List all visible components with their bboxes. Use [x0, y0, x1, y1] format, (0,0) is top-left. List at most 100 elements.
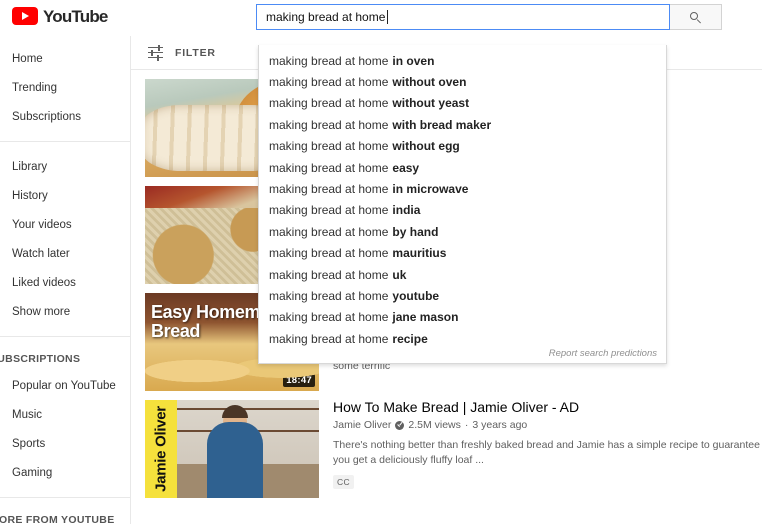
suggestion-list: making bread at home in oven making bread … [259, 50, 666, 349]
suggestion-item[interactable]: making bread at home recipe [259, 328, 666, 349]
suggestion-prefix: making bread at home [269, 224, 389, 239]
report-search-predictions-link[interactable]: Report search predictions [549, 348, 657, 359]
text-cursor [387, 10, 389, 24]
sidebar-item-sports[interactable]: Sports [0, 429, 130, 458]
sidebar-divider [0, 336, 130, 337]
video-thumbnail[interactable]: Jamie Oliver 4:39 [145, 400, 319, 498]
suggestion-completion: in oven [392, 53, 435, 68]
suggestion-completion: without yeast [392, 96, 470, 111]
sidebar-item-popular-on-youtube[interactable]: Popular on YouTube [0, 371, 130, 400]
suggestion-completion: uk [392, 267, 407, 282]
sidebar-section-subscriptions: SUBSCRIPTIONS [0, 353, 81, 365]
result-item[interactable]: Jamie Oliver 4:39 How To Make Bread | Ja… [131, 400, 776, 498]
suggestion-item[interactable]: making bread at home in microwave [259, 178, 666, 199]
suggestion-completion: without oven [392, 75, 467, 90]
verified-badge-icon [395, 420, 405, 430]
sidebar-item-show-more[interactable]: Show more [0, 297, 130, 326]
sidebar-item-label: Music [12, 408, 43, 421]
suggestion-prefix: making bread at home [269, 288, 389, 303]
suggestion-item[interactable]: making bread at home without egg [259, 136, 666, 157]
suggestion-item[interactable]: making bread at home jane mason [259, 307, 666, 328]
suggestion-prefix: making bread at home [269, 203, 389, 218]
suggestion-prefix: making bread at home [269, 117, 389, 132]
video-title[interactable]: How To Make Bread | Jamie Oliver - AD [333, 400, 762, 416]
sidebar-item-gaming[interactable]: Gaming [0, 458, 130, 487]
sidebar-item-watch-later[interactable]: Watch later [0, 239, 130, 268]
suggestion-completion: youtube [392, 288, 440, 303]
suggestion-item[interactable]: making bread at home in oven [259, 50, 666, 71]
suggestion-completion: in microwave [392, 182, 469, 197]
youtube-search-page: YouTube making bread at home Home Trendi… [0, 0, 776, 524]
suggestion-completion: easy [392, 160, 420, 175]
sidebar-item-trending[interactable]: Trending [0, 73, 130, 102]
suggestion-prefix: making bread at home [269, 331, 389, 346]
sidebar-item-music[interactable]: Music [0, 400, 130, 429]
search-area: making bread at home [256, 4, 722, 30]
sidebar-item-subscriptions[interactable]: Subscriptions [0, 102, 130, 131]
upload-age: 3 years ago [472, 419, 528, 431]
search-suggestions-dropdown[interactable]: making bread at home in oven making bread … [258, 45, 667, 364]
sidebar-section-more-from-youtube: MORE FROM YOUTUBE [0, 514, 115, 524]
sidebar-item-label: Popular on YouTube [12, 379, 116, 392]
sidebar-item-label: Sports [12, 437, 46, 450]
sidebar-item-home[interactable]: Home [0, 44, 130, 73]
sidebar-item-history[interactable]: History [0, 181, 130, 210]
suggestion-completion: with bread maker [392, 117, 492, 132]
sidebar-item-your-videos[interactable]: Your videos [0, 210, 130, 239]
suggestion-completion: mauritius [392, 246, 447, 261]
youtube-logo[interactable]: YouTube [12, 7, 108, 25]
suggestion-prefix: making bread at home [269, 96, 389, 111]
separator-dot: · [464, 419, 469, 431]
sidebar-divider [0, 141, 130, 142]
sidebar-item-label: Subscriptions [12, 110, 82, 123]
search-input-value: making bread at home [266, 10, 386, 24]
suggestion-prefix: making bread at home [269, 310, 389, 325]
search-button[interactable] [670, 4, 722, 30]
suggestion-item[interactable]: making bread at home mauritius [259, 243, 666, 264]
suggestion-item[interactable]: making bread at home with bread maker [259, 114, 666, 135]
suggestion-completion: without egg [392, 139, 460, 154]
sidebar-item-label: Gaming [12, 466, 53, 479]
channel-name[interactable]: Jamie Oliver [333, 419, 391, 431]
top-bar: YouTube making bread at home [0, 0, 776, 36]
sidebar-item-label: Library [12, 160, 48, 173]
sidebar-item-label: Show more [12, 305, 71, 318]
sidebar-divider [0, 497, 130, 498]
sidebar-item-label: Liked videos [12, 276, 76, 289]
suggestion-item[interactable]: making bread at home india [259, 200, 666, 221]
suggestion-item[interactable]: making bread at home uk [259, 264, 666, 285]
suggestion-prefix: making bread at home [269, 139, 389, 154]
suggestion-prefix: making bread at home [269, 160, 389, 175]
video-subline: Jamie Oliver 2.5M views · 3 years ago [333, 419, 762, 431]
play-button-icon [12, 7, 38, 25]
sidebar-item-label: Watch later [12, 247, 70, 260]
sidebar-item-library[interactable]: Library [0, 152, 130, 181]
sidebar[interactable]: Home Trending Subscriptions Library Hist… [0, 36, 131, 524]
sidebar-item-label: Home [12, 52, 43, 65]
suggestion-completion: by hand [392, 224, 439, 239]
sidebar-item-label: Trending [12, 81, 57, 94]
thumbnail-overlay-text: Jamie Oliver [152, 406, 170, 492]
sidebar-item-label: Your videos [12, 218, 72, 231]
suggestion-item[interactable]: making bread at home easy [259, 157, 666, 178]
suggestion-item[interactable]: making bread at home youtube [259, 285, 666, 306]
suggestion-prefix: making bread at home [269, 53, 389, 68]
cc-badge: CC [333, 475, 355, 489]
suggestion-item[interactable]: making bread at home without yeast [259, 93, 666, 114]
suggestion-prefix: making bread at home [269, 246, 389, 261]
suggestion-item[interactable]: making bread at home without oven [259, 71, 666, 92]
suggestion-prefix: making bread at home [269, 267, 389, 282]
suggestion-completion: india [392, 203, 421, 218]
sidebar-item-liked-videos[interactable]: Liked videos [0, 268, 130, 297]
search-icon [690, 11, 701, 23]
result-meta: How To Make Bread | Jamie Oliver - AD Ja… [319, 400, 762, 498]
filter-label: FILTER [175, 46, 216, 59]
suggestion-completion: jane mason [392, 310, 459, 325]
channel-banner: Jamie Oliver [145, 400, 177, 498]
view-count: 2.5M views [408, 419, 461, 431]
video-duration: 18:47 [283, 374, 315, 387]
suggestion-prefix: making bread at home [269, 75, 389, 90]
suggestion-item[interactable]: making bread at home by hand [259, 221, 666, 242]
sidebar-item-label: History [12, 189, 48, 202]
search-input[interactable]: making bread at home [256, 4, 670, 30]
